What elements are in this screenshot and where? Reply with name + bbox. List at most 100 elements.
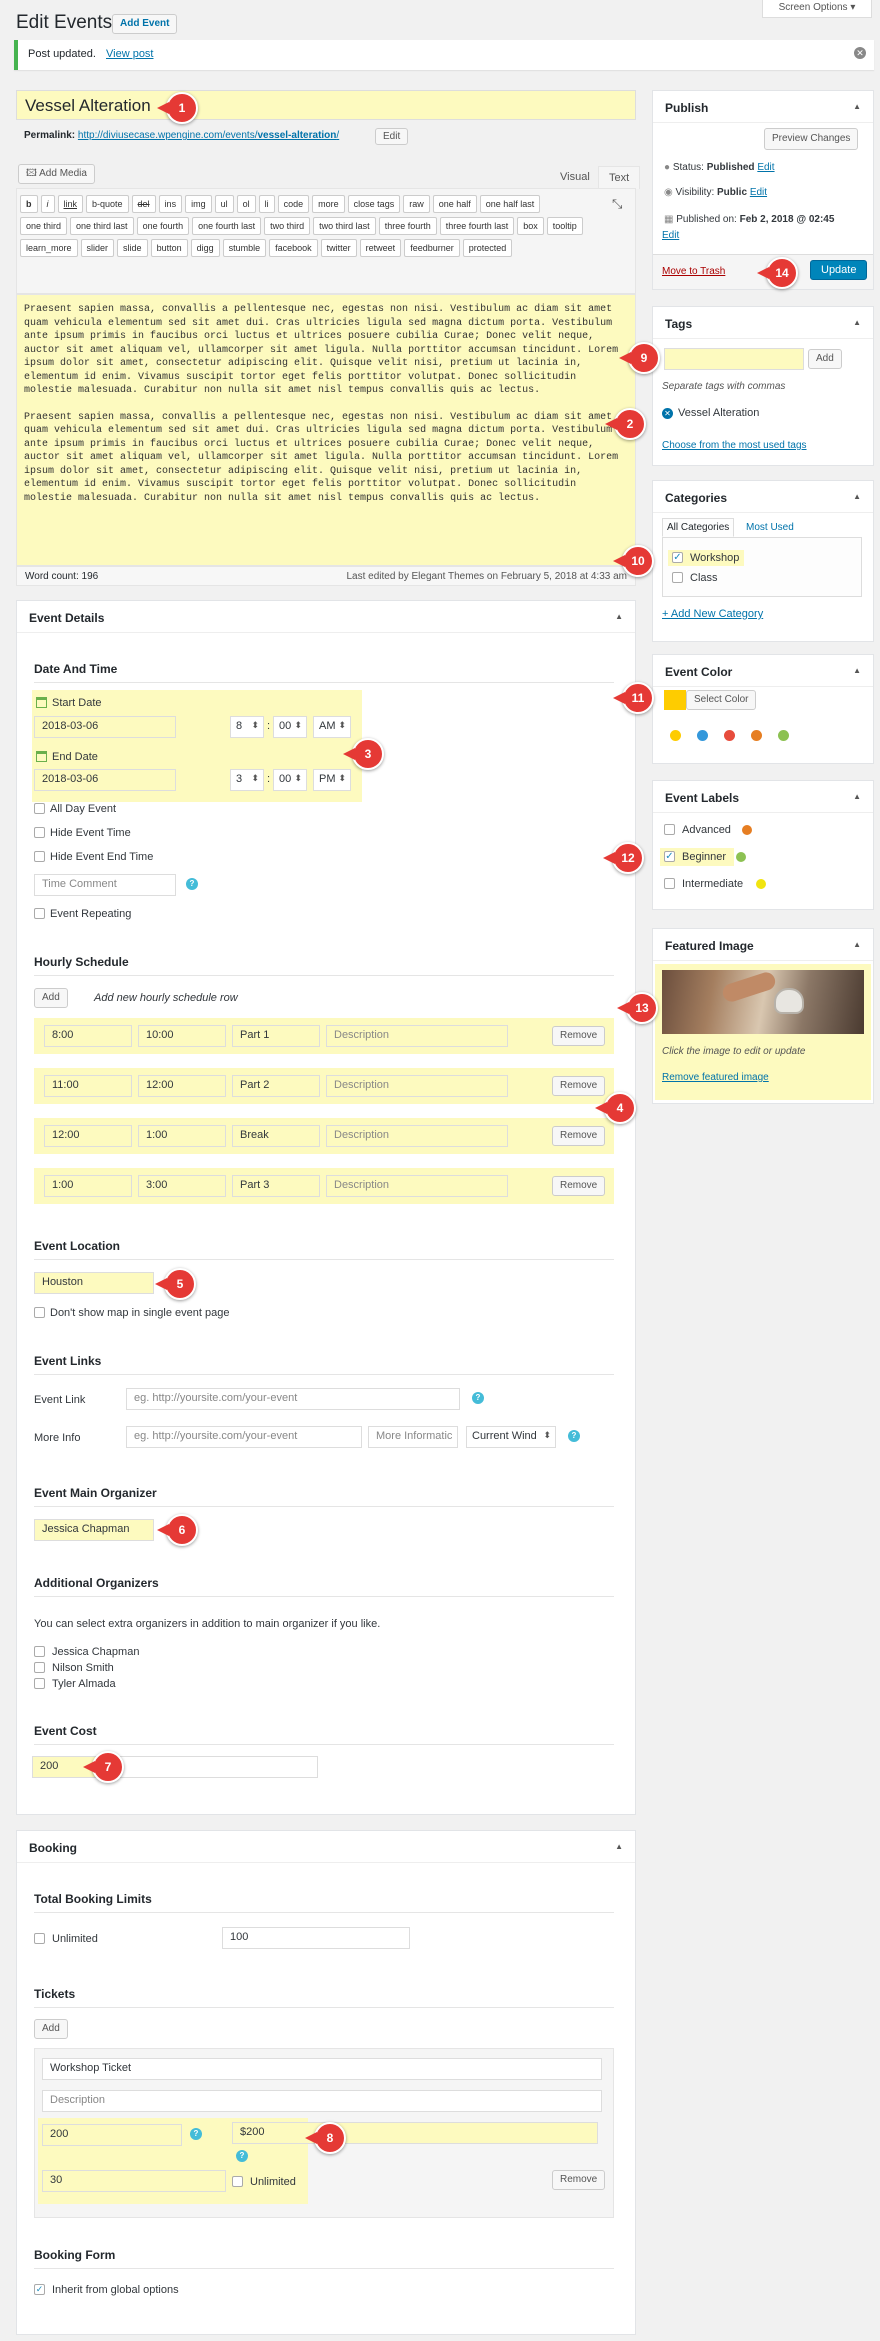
select-color-button[interactable]: Select Color xyxy=(686,690,757,710)
remove-schedule-button[interactable]: Remove xyxy=(552,1126,606,1146)
quicktag-button[interactable]: tooltip xyxy=(546,217,583,235)
end-date-input[interactable]: 2018-03-06 xyxy=(34,769,176,791)
collapse-icon[interactable]: ▲ xyxy=(615,612,623,621)
remove-ticket-button[interactable]: Remove xyxy=(552,2170,606,2190)
quicktag-button[interactable]: retweet xyxy=(359,239,402,257)
permalink-edit-button[interactable]: Edit xyxy=(375,128,409,145)
add-event-button[interactable]: Add Event xyxy=(112,14,178,34)
color-swatch[interactable] xyxy=(751,730,762,741)
class-checkbox[interactable] xyxy=(672,572,683,583)
tab-most-used[interactable]: Most Used xyxy=(746,522,794,533)
add-schedule-button[interactable]: Add xyxy=(34,988,68,1008)
organizer-checkbox-1[interactable] xyxy=(34,1646,45,1657)
remove-schedule-button[interactable]: Remove xyxy=(552,1176,606,1196)
schedule-title-input[interactable]: Part 1 xyxy=(232,1025,320,1047)
ticket-unlimited-checkbox[interactable] xyxy=(232,2176,243,2187)
fullscreen-icon[interactable]: ⤡ xyxy=(612,196,622,212)
schedule-from-input[interactable]: 12:00 xyxy=(44,1125,132,1147)
add-media-button[interactable]: 🖾 Add Media xyxy=(18,164,95,184)
tab-all-categories[interactable]: All Categories xyxy=(662,518,735,537)
collapse-icon[interactable]: ▲ xyxy=(615,1842,623,1851)
more-info-text-input[interactable]: More Informatic xyxy=(368,1426,458,1448)
quicktag-button[interactable]: stumble xyxy=(222,239,267,257)
color-swatch[interactable] xyxy=(778,730,789,741)
more-info-url-input[interactable]: eg. http://yoursite.com/your-event xyxy=(126,1426,362,1448)
no-map-checkbox[interactable] xyxy=(34,1307,45,1318)
post-title-input[interactable]: Vessel Alteration xyxy=(16,90,636,120)
quicktag-button[interactable]: ins xyxy=(158,195,183,213)
event-color-header[interactable]: Event Color ▲ xyxy=(653,655,873,687)
quicktag-button[interactable]: ul xyxy=(214,195,234,213)
schedule-title-input[interactable]: Part 2 xyxy=(232,1075,320,1097)
schedule-from-input[interactable]: 8:00 xyxy=(44,1025,132,1047)
quicktag-button[interactable]: digg xyxy=(190,239,220,257)
quicktag-button[interactable]: protected xyxy=(462,239,513,257)
booking-limit-input[interactable]: 100 xyxy=(222,1927,410,1949)
collapse-icon[interactable]: ▲ xyxy=(853,792,861,801)
all-day-checkbox[interactable] xyxy=(34,803,45,814)
featured-image[interactable] xyxy=(662,970,864,1034)
quicktag-button[interactable]: one third xyxy=(20,217,68,235)
quicktag-button[interactable]: two third last xyxy=(313,217,376,235)
quicktag-button[interactable]: three fourth last xyxy=(439,217,515,235)
update-button[interactable]: Update xyxy=(810,260,868,280)
quicktag-button[interactable]: one fourth xyxy=(136,217,190,235)
quicktag-button[interactable]: raw xyxy=(403,195,430,213)
remove-tag-icon[interactable]: ✕ xyxy=(662,408,673,419)
quicktag-button[interactable]: del xyxy=(131,195,156,213)
color-swatch[interactable] xyxy=(724,730,735,741)
booking-header[interactable]: Booking ▲ xyxy=(17,1831,635,1863)
workshop-checkbox[interactable]: ✓ xyxy=(672,552,683,563)
start-minute-select[interactable]: 00 xyxy=(273,716,307,738)
schedule-title-input[interactable]: Break xyxy=(232,1125,320,1147)
event-cost-input[interactable]: 200 xyxy=(32,1756,318,1778)
hide-time-checkbox[interactable] xyxy=(34,827,45,838)
quicktag-button[interactable]: i xyxy=(40,195,55,213)
schedule-title-input[interactable]: Part 3 xyxy=(232,1175,320,1197)
quicktag-button[interactable]: more xyxy=(312,195,345,213)
ticket-name-input[interactable]: Workshop Ticket xyxy=(42,2058,602,2080)
content-textarea[interactable]: Praesent sapien massa, convallis a pelle… xyxy=(16,294,636,566)
help-icon[interactable]: ? xyxy=(568,1430,580,1442)
main-organizer-select[interactable]: Jessica Chapman xyxy=(34,1519,154,1541)
event-labels-header[interactable]: Event Labels ▲ xyxy=(653,781,873,813)
collapse-icon[interactable]: ▲ xyxy=(853,940,861,949)
tags-header[interactable]: Tags ▲ xyxy=(653,307,873,339)
view-post-link[interactable]: View post xyxy=(106,48,154,60)
hide-end-checkbox[interactable] xyxy=(34,851,45,862)
visibility-edit-link[interactable]: Edit xyxy=(750,187,767,198)
categories-header[interactable]: Categories ▲ xyxy=(653,481,873,513)
preview-button[interactable]: Preview Changes xyxy=(764,128,859,150)
schedule-desc-input[interactable]: Description xyxy=(326,1175,508,1197)
choose-tags-link[interactable]: Choose from the most used tags xyxy=(662,440,807,451)
add-tag-button[interactable]: Add xyxy=(808,349,842,369)
repeating-checkbox[interactable] xyxy=(34,908,45,919)
ticket-price-input[interactable]: $200 xyxy=(232,2122,598,2144)
location-select[interactable]: Houston xyxy=(34,1272,154,1294)
quicktag-button[interactable]: feedburner xyxy=(404,239,460,257)
quicktag-button[interactable]: one half xyxy=(432,195,477,213)
tags-input[interactable] xyxy=(664,348,804,370)
collapse-icon[interactable]: ▲ xyxy=(853,492,861,501)
quicktag-button[interactable]: close tags xyxy=(347,195,401,213)
organizer-checkbox-2[interactable] xyxy=(34,1662,45,1673)
quicktag-button[interactable]: twitter xyxy=(320,239,357,257)
help-icon[interactable]: ? xyxy=(186,878,198,890)
quicktag-button[interactable]: slider xyxy=(80,239,115,257)
schedule-to-input[interactable]: 12:00 xyxy=(138,1075,226,1097)
quicktag-button[interactable]: learn_more xyxy=(20,239,78,257)
end-minute-select[interactable]: 00 xyxy=(273,769,307,791)
remove-featured-link[interactable]: Remove featured image xyxy=(662,1072,769,1083)
schedule-to-input[interactable]: 3:00 xyxy=(138,1175,226,1197)
quicktag-button[interactable]: facebook xyxy=(269,239,318,257)
end-hour-select[interactable]: 3 xyxy=(230,769,264,791)
quicktag-button[interactable]: box xyxy=(517,217,544,235)
quicktag-button[interactable]: three fourth xyxy=(378,217,437,235)
quicktag-button[interactable]: img xyxy=(185,195,212,213)
link-target-select[interactable]: Current Wind xyxy=(466,1426,556,1448)
tab-visual[interactable]: Visual xyxy=(560,171,590,183)
quicktag-button[interactable]: one third last xyxy=(70,217,134,235)
ticket-quantity-input[interactable]: 200 xyxy=(42,2124,182,2146)
help-icon[interactable]: ? xyxy=(190,2128,202,2140)
time-comment-input[interactable]: Time Comment xyxy=(34,874,176,896)
